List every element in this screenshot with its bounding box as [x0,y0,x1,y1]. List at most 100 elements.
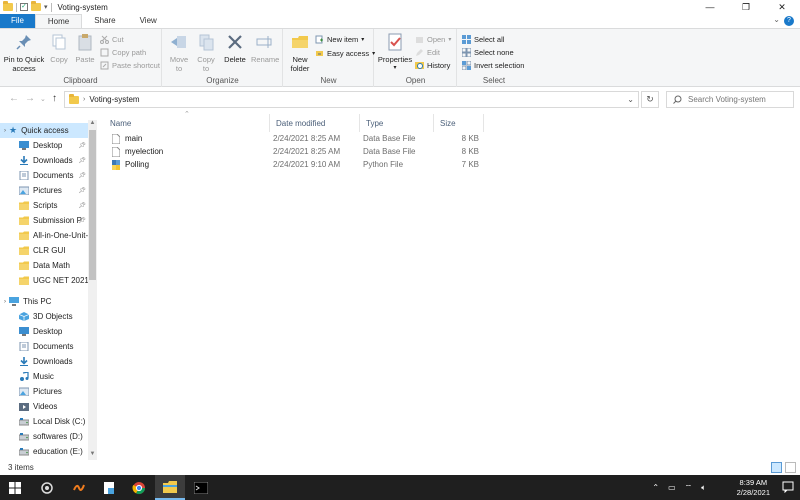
help-icon[interactable]: ? [784,16,794,26]
nav-scrollbar[interactable]: ▲ ▼ [88,120,97,460]
nav-scroll-thumb[interactable] [89,130,96,280]
cut-button[interactable]: Cut [100,34,124,45]
pin-icon[interactable]: 📌︎ [78,217,86,224]
tab-share[interactable]: Share [82,14,127,28]
minimize-button[interactable]: — [692,0,728,14]
clock[interactable]: 8:39 AM 2/28/2021 [737,478,770,498]
back-arrow-icon[interactable]: ← [9,93,19,104]
expand-chevron-icon[interactable]: › [4,128,6,134]
taskbar-chrome[interactable] [124,475,154,500]
taskbar-terminal[interactable] [186,475,216,500]
forward-arrow-icon[interactable]: → [25,93,35,104]
column-header-type[interactable]: Type [360,114,434,132]
table-row[interactable]: myelection 2/24/2021 8:25 AM Data Base F… [104,145,484,158]
up-arrow-icon[interactable]: ↑ [52,93,57,104]
nav-quick-access[interactable]: › ★ Quick access [0,123,88,138]
column-header-name[interactable]: Name [104,114,270,132]
tab-view[interactable]: View [128,14,169,28]
column-header-size[interactable]: Size [434,114,484,132]
delete-button[interactable]: Delete [223,33,247,64]
sidebar-item[interactable]: Scripts 📌︎ [0,198,88,213]
sidebar-item[interactable]: Pictures 📌︎ [0,183,88,198]
table-row[interactable]: main 2/24/2021 8:25 AM Data Base File 8 … [104,132,484,145]
details-view-icon[interactable] [771,462,782,473]
sidebar-item[interactable]: Data Math [0,258,88,273]
expand-chevron-icon[interactable]: › [4,299,6,305]
invert-selection-button[interactable]: Invert selection [462,60,524,71]
maximize-button[interactable]: ❐ [728,0,764,14]
large-icons-view-icon[interactable] [785,462,796,473]
sidebar-item[interactable]: Desktop 📌︎ [0,138,88,153]
paste-button[interactable]: Paste [74,33,96,64]
easy-access-button[interactable]: Easy access ▾ [315,48,375,59]
sidebar-item[interactable]: Documents 📌︎ [0,168,88,183]
column-header-date[interactable]: Date modified [270,114,360,132]
rename-button[interactable]: Rename [251,33,279,64]
breadcrumb-voting-system[interactable]: Voting-system [89,95,139,104]
sidebar-item[interactable]: 3D Objects [0,309,88,324]
recent-locations-chevron-icon[interactable]: ⌄ [40,95,46,103]
properties-check-icon[interactable]: ✓ [20,3,28,11]
edit-icon [416,49,423,56]
sidebar-item[interactable]: Videos [0,399,88,414]
sidebar-item[interactable]: CLR GUI [0,243,88,258]
copy-button[interactable]: Copy [48,33,70,64]
select-none-button[interactable]: Select none [462,47,514,58]
sidebar-item[interactable]: All-in-One-Unit- [0,228,88,243]
notification-icon[interactable] [782,481,794,493]
tab-home[interactable]: Home [34,14,83,28]
pin-icon[interactable]: 📌︎ [78,172,86,179]
pin-icon[interactable]: 📌︎ [78,157,86,164]
search-input[interactable] [688,95,788,104]
breadcrumb-chevron-icon[interactable]: › [83,96,85,103]
refresh-button[interactable]: ↻ [641,91,659,108]
taskbar-app-1[interactable] [32,475,62,500]
properties-button[interactable]: Properties ▾ [377,33,413,73]
start-button[interactable] [0,475,30,500]
pin-icon[interactable]: 📌︎ [78,202,86,209]
search-box[interactable] [666,91,794,108]
scroll-up-arrow-icon[interactable]: ▲ [88,120,97,129]
address-bar[interactable]: › Voting-system ⌄ [64,91,639,108]
wifi-icon[interactable]: ⌔ [685,483,693,493]
sidebar-item[interactable]: Local Disk (C:) [0,414,88,429]
new-item-button[interactable]: New item ▾ [315,34,364,45]
new-folder-icon[interactable] [31,1,41,11]
address-dropdown-chevron-icon[interactable]: ⌄ [627,95,634,104]
scroll-down-arrow-icon[interactable]: ▼ [88,451,97,460]
table-row[interactable]: Polling 2/24/2021 9:10 AM Python File 7 … [104,158,484,171]
nav-this-pc[interactable]: › This PC [0,294,88,309]
pin-icon[interactable]: 📌︎ [78,142,86,149]
customize-toolbar-chevron-icon[interactable]: ▾ [44,3,48,11]
taskbar-app-3[interactable] [94,475,124,500]
pin-icon[interactable]: 📌︎ [78,187,86,194]
copy-path-button[interactable]: Copy path [100,47,146,58]
sidebar-item[interactable]: Music [0,369,88,384]
battery-icon[interactable]: ▭ [668,483,676,493]
open-button[interactable]: Open ▾ [415,34,451,45]
ribbon-collapse-chevron-icon[interactable]: ⌄ [773,15,780,24]
taskbar-app-2[interactable] [64,475,94,500]
sidebar-item[interactable]: Submission P 📌︎ [0,213,88,228]
taskbar-file-explorer[interactable] [155,475,185,500]
tab-file[interactable]: File [0,14,35,28]
select-all-button[interactable]: Select all [462,34,504,45]
move-to-button[interactable]: Move to [167,33,191,73]
sidebar-item[interactable]: education (E:) [0,444,88,459]
volume-icon[interactable]: 🔈︎ [701,483,706,493]
sidebar-item[interactable]: Pictures [0,384,88,399]
show-hidden-icons-chevron-icon[interactable]: ⌃ [652,483,659,493]
sidebar-item[interactable]: Desktop [0,324,88,339]
edit-button[interactable]: Edit [415,47,440,58]
sidebar-item[interactable]: Downloads [0,354,88,369]
sidebar-item[interactable]: UGC NET 2021 [0,273,88,288]
sidebar-item[interactable]: Documents [0,339,88,354]
new-folder-button[interactable]: New folder [287,33,313,73]
pin-to-quick-access-button[interactable]: Pin to Quick access [3,33,45,73]
paste-shortcut-button[interactable]: Paste shortcut [100,60,160,71]
history-button[interactable]: History [415,60,450,71]
copy-to-button[interactable]: Copy to [194,33,218,73]
sidebar-item[interactable]: softwares (D:) [0,429,88,444]
sidebar-item[interactable]: Downloads 📌︎ [0,153,88,168]
close-button[interactable]: ✕ [764,0,800,14]
